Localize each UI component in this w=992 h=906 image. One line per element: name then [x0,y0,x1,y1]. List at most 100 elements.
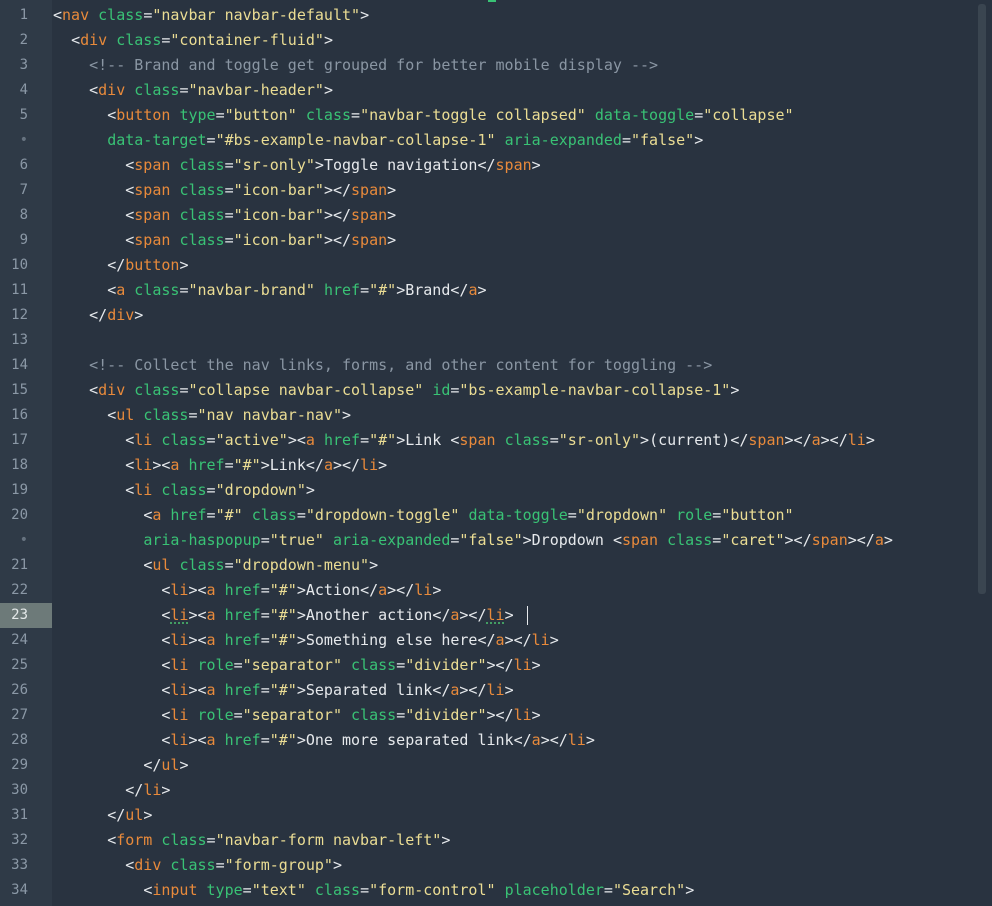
code-text: <button type="button" class="navbar-togg… [53,103,793,128]
code-line[interactable]: 12 </div> [0,303,992,328]
code-line[interactable]: 1 <nav class="navbar navbar-default"> [0,3,992,28]
code-line[interactable]: 11 <a class="navbar-brand" href="#">Bran… [0,278,992,303]
code-line[interactable]: • data-target="#bs-example-navbar-collap… [0,128,992,153]
code-line[interactable]: 2 <div class="container-fluid"> [0,28,992,53]
code-token: span [351,181,388,199]
code-line[interactable]: 27 <li role="separator" class="divider">… [0,703,992,728]
code-token: "false" [631,131,695,149]
code-token: >< [287,431,306,449]
code-token: li [143,781,162,799]
code-line[interactable]: 18 <li><a href="#">Link</a></li> [0,453,992,478]
line-number: 5 [19,107,28,123]
code-text: <span class="icon-bar"></span> [53,228,396,253]
line-number: 26 [11,682,28,698]
vertical-scrollbar[interactable] [978,4,986,594]
code-token: ></ [486,706,514,724]
code-token: < [612,531,622,549]
code-token: li [170,606,189,624]
code-line[interactable]: 32 <form class="navbar-form navbar-left"… [0,828,992,853]
code-text: <div class="container-fluid"> [53,28,333,53]
code-token: data-toggle [594,106,695,124]
code-line[interactable]: 26 <li><a href="#">Separated link</a></l… [0,678,992,703]
line-number: 11 [11,282,28,298]
code-lines[interactable]: 1 <nav class="navbar navbar-default"> 2 <d… [0,3,992,903]
code-line[interactable]: 5 <button type="button" class="navbar-to… [0,103,992,128]
code-token: "#" [233,456,261,474]
code-token: a [305,431,315,449]
code-line[interactable]: 19 <li class="dropdown"> [0,478,992,503]
code-token: ></ [387,581,415,599]
code-token: "bs-example-navbar-collapse-1" [459,381,731,399]
code-line[interactable]: 23 <li><a href="#">Another action</a></l… [0,603,992,628]
line-number: 19 [11,482,28,498]
code-line[interactable]: 31 </ul> [0,803,992,828]
code-line[interactable]: 21 <ul class="dropdown-menu"> [0,553,992,578]
code-token: li [170,656,189,674]
line-wrap-marker: • [19,532,28,548]
code-line[interactable]: 33 <div class="form-group"> [0,853,992,878]
code-token: aria-expanded [504,131,622,149]
code-line[interactable]: 13 [0,328,992,353]
code-token: li [360,456,379,474]
code-token: </ [513,731,532,749]
code-line[interactable]: 16 <ul class="nav navbar-nav"> [0,403,992,428]
code-line[interactable]: 34 <input type="text" class="form-contro… [0,878,992,903]
code-line[interactable]: 9 <span class="icon-bar"></span> [0,228,992,253]
code-text: <li><a href="#">Something else here</a><… [53,628,558,653]
code-line[interactable]: 24 <li><a href="#">Something else here</… [0,628,992,653]
code-line[interactable]: 20 <a href="#" class="dropdown-toggle" d… [0,503,992,528]
code-token: = [260,631,270,649]
code-line[interactable]: 3 <!-- Brand and toggle get grouped for … [0,53,992,78]
code-token: > [685,881,695,899]
code-line[interactable]: 14 <!-- Collect the nav links, forms, an… [0,353,992,378]
code-line[interactable]: 6 <span class="sr-only">Toggle navigatio… [0,153,992,178]
code-line[interactable]: 4 <div class="navbar-header"> [0,78,992,103]
code-token: "nav navbar-nav" [197,406,343,424]
code-text: <!-- Collect the nav links, forms, and o… [53,353,712,378]
code-text: <li role="separator" class="divider"></l… [53,653,540,678]
code-text: <li role="separator" class="divider"></l… [53,703,540,728]
code-token: > [396,431,406,449]
line-number: 9 [19,232,28,248]
code-token: href [170,506,207,524]
line-number: 3 [19,57,28,73]
line-number: 13 [11,332,28,348]
code-line[interactable]: 22 <li><a href="#">Action</a></li> [0,578,992,603]
code-token: ul [116,406,135,424]
code-token: "caret" [721,531,785,549]
code-token: ></ [486,656,514,674]
code-text: <a href="#" class="dropdown-toggle" data… [53,503,793,528]
code-token: span [351,231,388,249]
code-line[interactable]: 30 </li> [0,778,992,803]
code-line[interactable]: 10 </button> [0,253,992,278]
line-number: 31 [11,807,28,823]
code-line[interactable]: 17 <li class="active"><a href="#">Link <… [0,428,992,453]
line-number: 23 [0,603,52,628]
code-editor[interactable]: 1 <nav class="navbar navbar-default"> 2 <d… [0,0,992,906]
code-token: "dropdown" [215,481,306,499]
code-line[interactable]: 7 <span class="icon-bar"></span> [0,178,992,203]
code-token: Separated link [305,681,433,699]
code-token: = [712,506,722,524]
code-token: <!-- Brand and toggle get grouped for be… [89,56,659,74]
code-token: = [621,131,631,149]
code-token: span [621,531,659,549]
code-line[interactable]: 25 <li role="separator" class="divider">… [0,653,992,678]
code-line[interactable]: 8 <span class="icon-bar"></span> [0,203,992,228]
code-line[interactable]: 15 <div class="collapse navbar-collapse"… [0,378,992,403]
code-line[interactable]: 29 </ul> [0,753,992,778]
code-token: = [567,506,577,524]
code-line[interactable]: • aria-haspopup="true" aria-expanded="fa… [0,528,992,553]
code-token: span [134,181,171,199]
code-token: ></ [540,731,568,749]
code-line[interactable]: 28 <li><a href="#">One more separated li… [0,728,992,753]
